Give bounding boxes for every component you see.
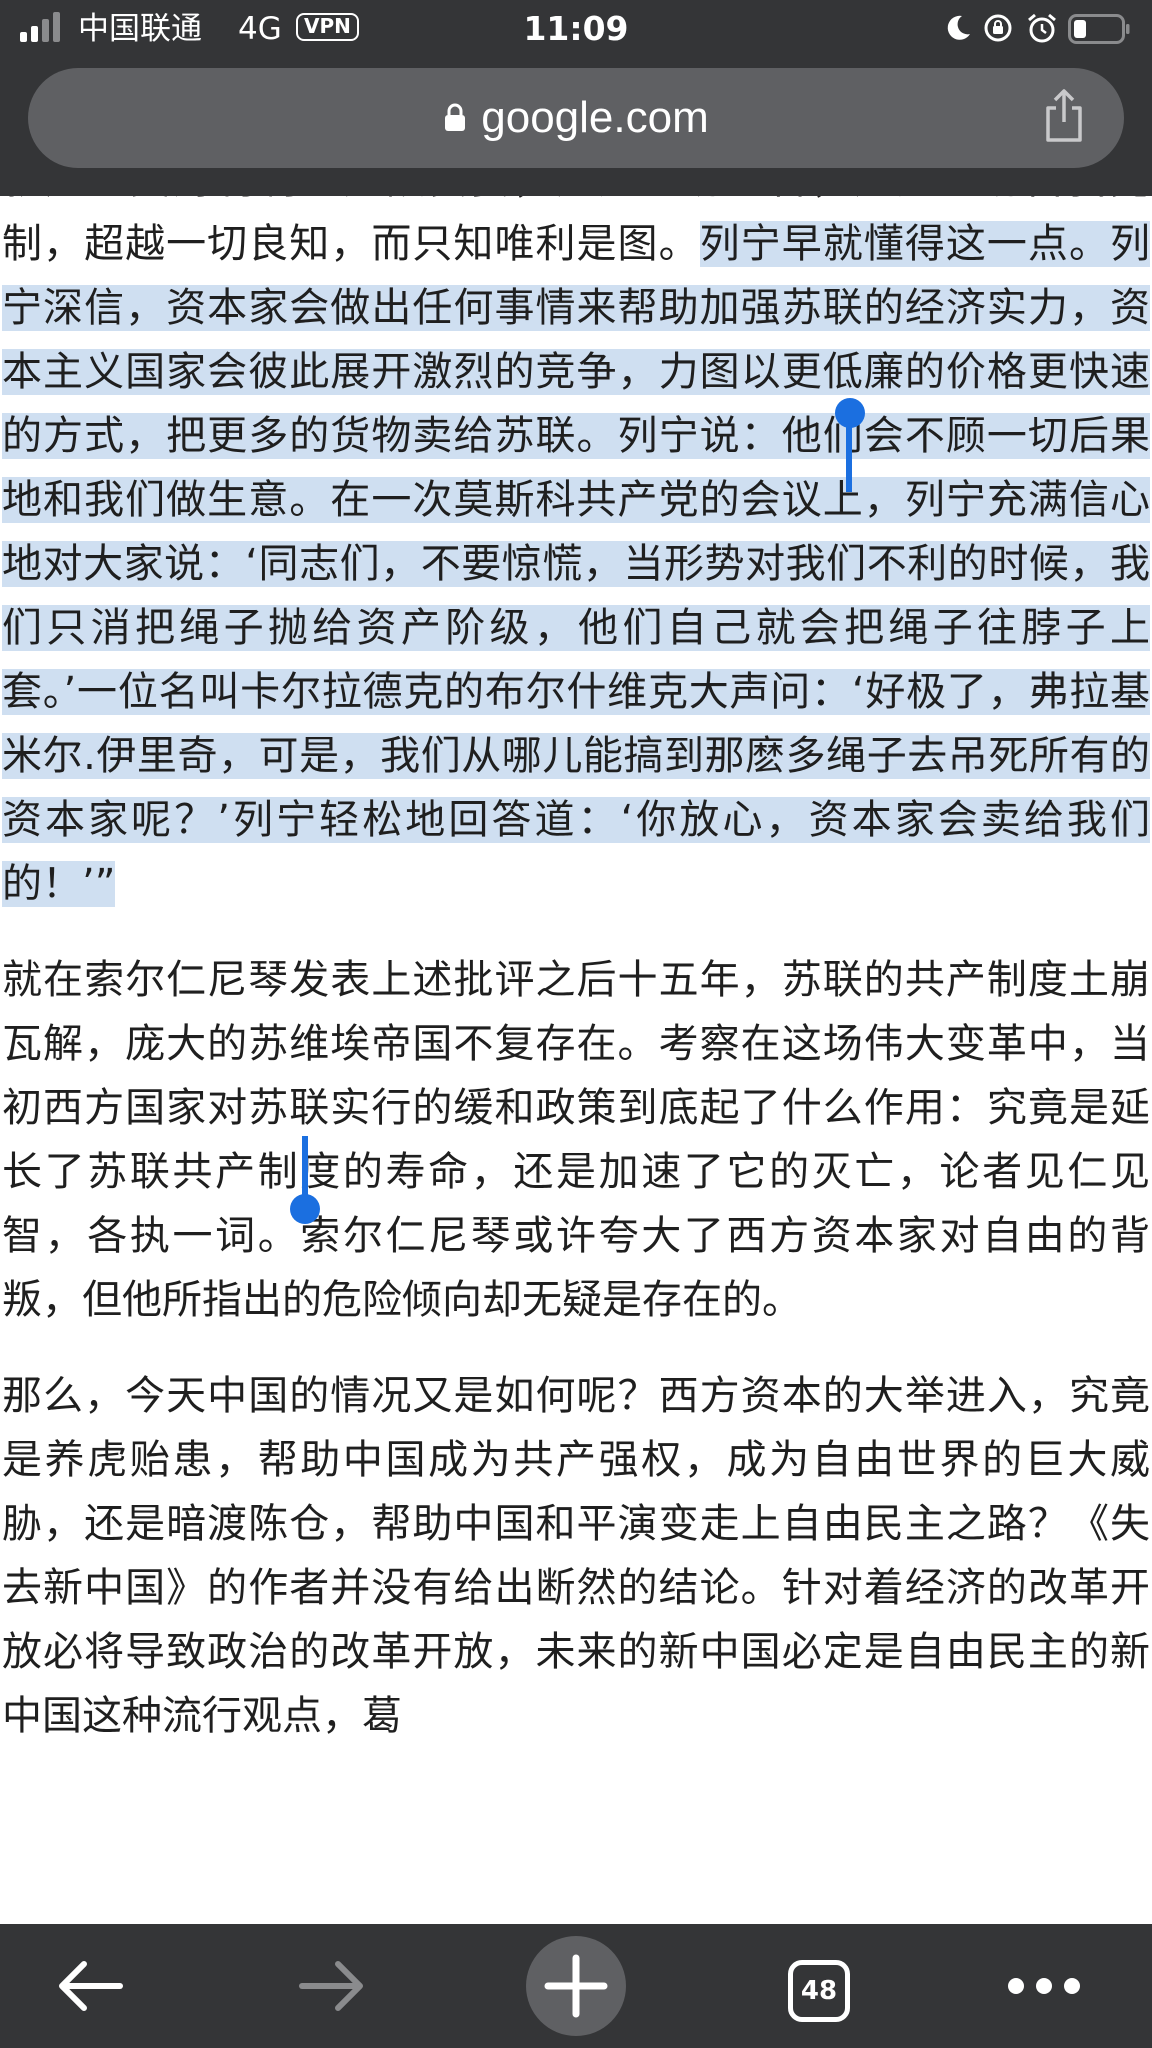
back-button[interactable] — [20, 1924, 160, 2048]
tab-count: 48 — [800, 1976, 838, 2006]
battery-icon — [1068, 14, 1130, 44]
plus-icon — [544, 1954, 608, 2018]
forward-button[interactable] — [262, 1924, 402, 2048]
selection-start-caret — [846, 420, 852, 492]
share-icon[interactable] — [1042, 88, 1086, 144]
alarm-icon — [1028, 13, 1056, 43]
back-arrow-icon — [59, 1961, 123, 2011]
paragraph: 就在索尔仁尼琴发表上述批评之后十五年，苏联的共产制度土崩瓦解，庞大的苏维埃帝国不… — [2, 957, 1150, 1323]
forward-arrow-icon — [299, 1961, 363, 2011]
more-dots-icon — [1008, 1978, 1080, 1994]
selection-end-handle[interactable] — [290, 1194, 320, 1224]
address-bar[interactable]: google.com — [28, 68, 1124, 168]
status-time: 11:09 — [523, 9, 629, 48]
moon-icon — [947, 15, 970, 40]
url-display[interactable]: google.com — [28, 68, 1124, 168]
more-menu-button[interactable] — [974, 1924, 1114, 2048]
tab-switcher-button[interactable]: 48 — [788, 1960, 850, 2022]
orientation-lock-icon — [984, 14, 1012, 42]
web-content[interactable]: 就是人类对利润的无限贪婪，超越一切理智，超越一切自我克制，超越一切良知，而只知唯… — [0, 196, 1152, 1924]
url-text: google.com — [481, 93, 709, 142]
article-body: 就是人类对利润的无限贪婪，超越一切理智，超越一切自我克制，超越一切良知，而只知唯… — [0, 196, 1152, 1780]
selected-text[interactable]: 列宁早就懂得这一点。列宁深信，资本家会做出任何事情来帮助加强苏联的经济实力，资本… — [2, 221, 1151, 907]
new-tab-button[interactable] — [526, 1936, 626, 2036]
paragraph: 就是人类对利润的无限贪婪，超越一切理智，超越一切自我克制，超越一切良知，而只知唯… — [2, 196, 1151, 916]
paragraph: 那么，今天中国的情况又是如何呢？西方资本的大举进入，究竟是养虎贻患，帮助中国成为… — [2, 1373, 1150, 1739]
lock-icon — [445, 103, 466, 131]
top-chrome: 中国联通 4G VPN 11:09 google.com — [0, 0, 1152, 196]
bottom-toolbar: 48 — [0, 1924, 1152, 2048]
status-bar: 中国联通 4G VPN 11:09 — [0, 0, 1152, 60]
